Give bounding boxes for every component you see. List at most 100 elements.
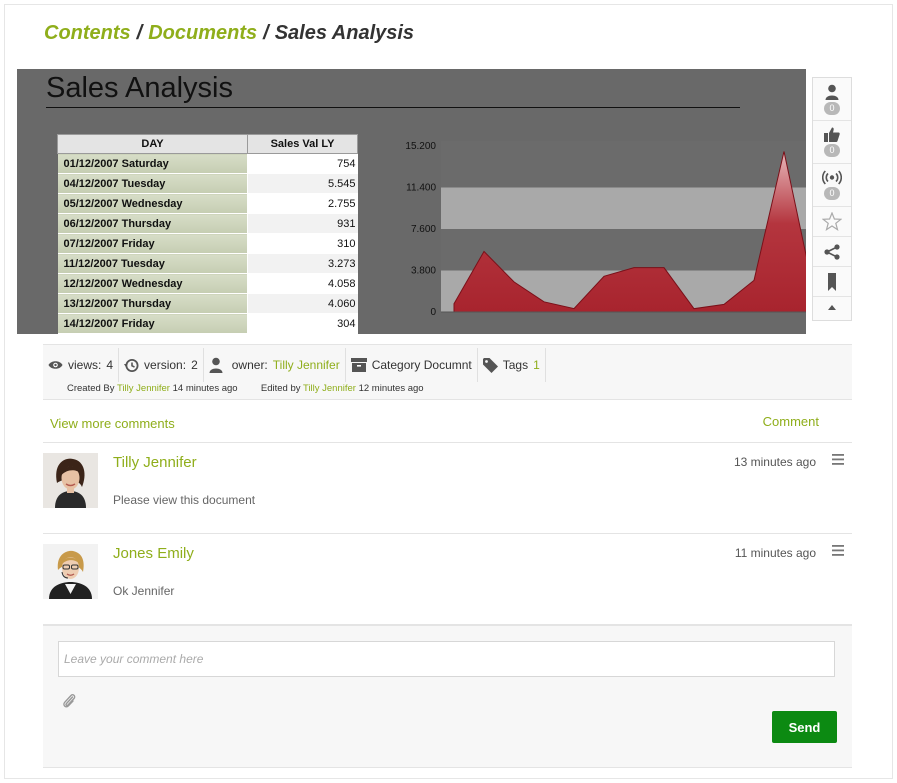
user-icon bbox=[825, 84, 839, 100]
table-cell-day: 07/12/2007 Friday bbox=[57, 233, 248, 254]
document-action-bar: 0 0 0 bbox=[812, 77, 852, 321]
edited-label: Edited by bbox=[260, 383, 301, 394]
table-cell-value: 4.060 bbox=[247, 293, 358, 314]
chart-y-tick-label: 3.800 bbox=[411, 266, 436, 277]
table-header-day: DAY bbox=[57, 134, 248, 154]
comment-input[interactable] bbox=[58, 641, 835, 677]
document-preview[interactable]: Sales Analysis DAY Sales Val LY 01/12/20… bbox=[17, 69, 806, 334]
table-cell-day: 01/12/2007 Saturday bbox=[57, 153, 248, 174]
chart-grid-band bbox=[441, 187, 806, 229]
table-cell-day: 11/12/2007 Tuesday bbox=[57, 253, 248, 274]
user-icon bbox=[209, 357, 223, 373]
star-icon bbox=[822, 212, 842, 231]
history-icon bbox=[124, 358, 139, 372]
created-by-link[interactable]: Tilly Jennifer bbox=[117, 383, 170, 394]
sales-area-chart: 15.200 11.400 7.600 3.800 0 bbox=[405, 141, 806, 318]
chart-y-tick-label: 0 bbox=[430, 307, 436, 318]
owner-name-link[interactable]: Tilly Jennifer bbox=[273, 358, 340, 372]
tags-info[interactable]: Tags 1 bbox=[478, 348, 546, 382]
views-info: views: 4 bbox=[43, 348, 120, 382]
comment-item: Jones Emily 11 minutes ago Ok Jennifer bbox=[43, 534, 852, 625]
edited-time: 12 minutes ago bbox=[358, 383, 424, 394]
followers-count-badge: 0 bbox=[824, 101, 840, 115]
table-cell-day: 14/12/2007 Friday bbox=[57, 313, 248, 334]
collapse-button[interactable] bbox=[813, 297, 851, 317]
breadcrumb: Contents / Documents / Sales Analysis bbox=[44, 22, 414, 45]
avatar[interactable] bbox=[43, 544, 98, 599]
table-row: 13/12/2007 Thursday 4.060 bbox=[57, 293, 358, 314]
table-row: 11/12/2007 Tuesday 3.273 bbox=[57, 253, 358, 274]
share-icon bbox=[824, 243, 840, 260]
table-row: 07/12/2007 Friday 310 bbox=[57, 233, 358, 254]
comment-item: Tilly Jennifer 13 minutes ago Please vie… bbox=[43, 443, 852, 534]
table-cell-value: 4.058 bbox=[247, 273, 358, 294]
comment-text: Please view this document bbox=[113, 493, 256, 507]
table-row: 14/12/2007 Friday 304 bbox=[57, 313, 358, 334]
table-row: 01/12/2007 Saturday 754 bbox=[57, 153, 358, 174]
breadcrumb-current: Sales Analysis bbox=[274, 22, 415, 44]
breadcrumb-contents-link[interactable]: Contents bbox=[44, 22, 131, 44]
comment-timestamp: 11 minutes ago bbox=[734, 546, 816, 560]
breadcrumb-separator: / bbox=[263, 22, 269, 44]
comments-header: View more comments Comment bbox=[43, 400, 852, 443]
comment-timestamp: 13 minutes ago bbox=[733, 455, 816, 469]
comment-author-link[interactable]: Tilly Jennifer bbox=[113, 454, 197, 471]
table-cell-value: 2.755 bbox=[247, 193, 358, 214]
send-button[interactable]: Send bbox=[772, 711, 837, 743]
tags-label: Tags bbox=[502, 358, 529, 372]
comment-menu-button[interactable] bbox=[832, 543, 844, 561]
document-history: Created By Tilly Jennifer 14 minutes ago… bbox=[67, 383, 424, 394]
views-label: views: bbox=[68, 358, 102, 372]
chart-y-tick-label: 7.600 bbox=[411, 224, 436, 235]
followers-button[interactable]: 0 bbox=[813, 78, 851, 121]
table-cell-value: 5.545 bbox=[247, 173, 358, 194]
views-count: 4 bbox=[106, 358, 114, 372]
breadcrumb-separator: / bbox=[136, 22, 143, 44]
attach-button[interactable] bbox=[62, 693, 76, 714]
tag-icon bbox=[482, 357, 498, 373]
thumbs-up-icon bbox=[824, 127, 840, 142]
breadcrumb-documents-link[interactable]: Documents bbox=[148, 22, 257, 44]
bookmark-button[interactable] bbox=[813, 267, 851, 297]
avatar[interactable] bbox=[43, 453, 98, 508]
broadcast-button[interactable]: 0 bbox=[813, 164, 851, 207]
document-title: Sales Analysis bbox=[46, 72, 740, 108]
comment-author-link[interactable]: Jones Emily bbox=[113, 545, 194, 562]
eye-icon bbox=[48, 361, 63, 369]
comment-text: Ok Jennifer bbox=[113, 584, 175, 598]
chart-y-tick-label: 11.400 bbox=[406, 183, 436, 194]
caret-up-icon bbox=[828, 304, 836, 310]
version-label: version: bbox=[144, 358, 187, 372]
comment-composer: Send bbox=[43, 625, 852, 768]
comment-link[interactable]: Comment bbox=[763, 414, 819, 429]
created-time: 14 minutes ago bbox=[172, 383, 238, 394]
table-cell-value: 3.273 bbox=[247, 253, 358, 274]
hamburger-menu-icon bbox=[832, 454, 844, 465]
table-header-sales: Sales Val LY bbox=[247, 134, 358, 154]
table-cell-value: 931 bbox=[247, 213, 358, 234]
sales-table: DAY Sales Val LY 01/12/2007 Saturday 754 … bbox=[57, 134, 358, 334]
likes-count-badge: 0 bbox=[824, 144, 840, 157]
category-info[interactable]: Category Documnt bbox=[346, 348, 478, 382]
view-more-comments-link[interactable]: View more comments bbox=[50, 416, 175, 431]
like-button[interactable]: 0 bbox=[813, 121, 851, 164]
table-row: 06/12/2007 Thursday 931 bbox=[57, 213, 358, 234]
broadcast-count-badge: 0 bbox=[824, 187, 840, 200]
share-button[interactable] bbox=[813, 237, 851, 267]
edited-by-link[interactable]: Tilly Jennifer bbox=[303, 383, 356, 394]
table-cell-value: 310 bbox=[247, 233, 358, 254]
favorite-button[interactable] bbox=[813, 207, 851, 237]
chart-grid-band bbox=[441, 141, 806, 146]
table-cell-day: 05/12/2007 Wednesday bbox=[57, 193, 248, 214]
table-cell-value: 754 bbox=[247, 153, 358, 174]
broadcast-icon bbox=[822, 170, 842, 185]
table-cell-value: 304 bbox=[247, 313, 358, 334]
paperclip-icon bbox=[63, 694, 76, 708]
version-info[interactable]: version: 2 bbox=[119, 348, 204, 382]
table-cell-day: 04/12/2007 Tuesday bbox=[57, 173, 248, 194]
table-cell-day: 13/12/2007 Thursday bbox=[57, 293, 248, 314]
table-cell-day: 06/12/2007 Thursday bbox=[57, 213, 248, 234]
comment-menu-button[interactable] bbox=[832, 452, 844, 470]
archive-icon bbox=[350, 358, 367, 372]
bookmark-icon bbox=[828, 272, 836, 291]
